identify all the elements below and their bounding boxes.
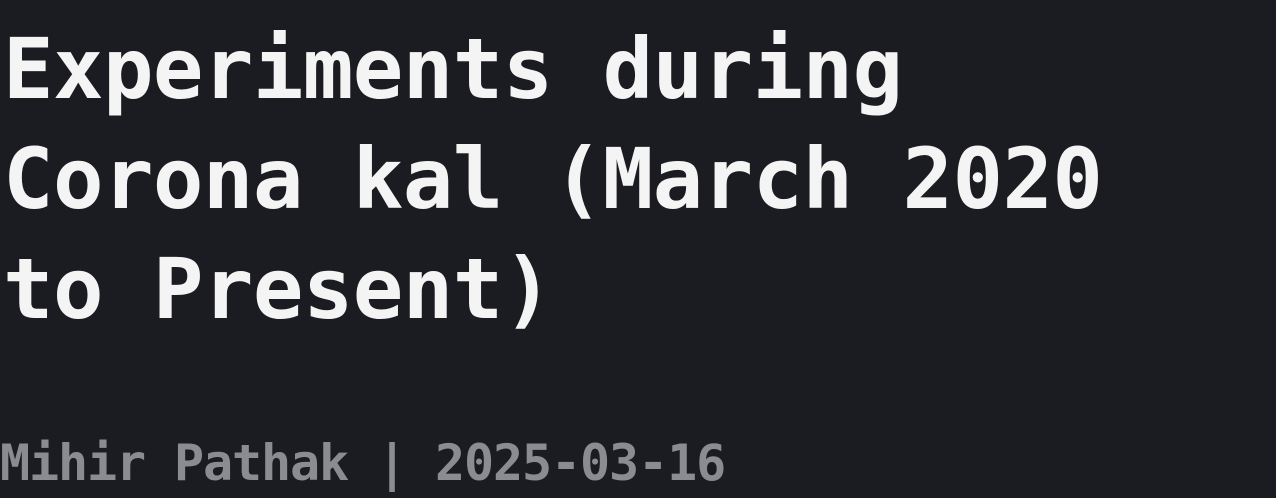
meta-separator: |: [348, 434, 436, 492]
page-title: Experiments during Corona kal (March 202…: [3, 14, 1273, 344]
title-line-3: to Present): [3, 240, 553, 338]
title-line-1: Experiments during: [3, 20, 903, 118]
title-line-2: Corona kal (March 2020: [3, 130, 1103, 228]
article-header: Experiments during Corona kal (March 202…: [0, 0, 1276, 498]
article-meta: Mihir Pathak | 2025-03-16: [0, 434, 726, 492]
author-name: Mihir Pathak: [0, 434, 349, 492]
publish-date: 2025-03-16: [435, 434, 726, 492]
